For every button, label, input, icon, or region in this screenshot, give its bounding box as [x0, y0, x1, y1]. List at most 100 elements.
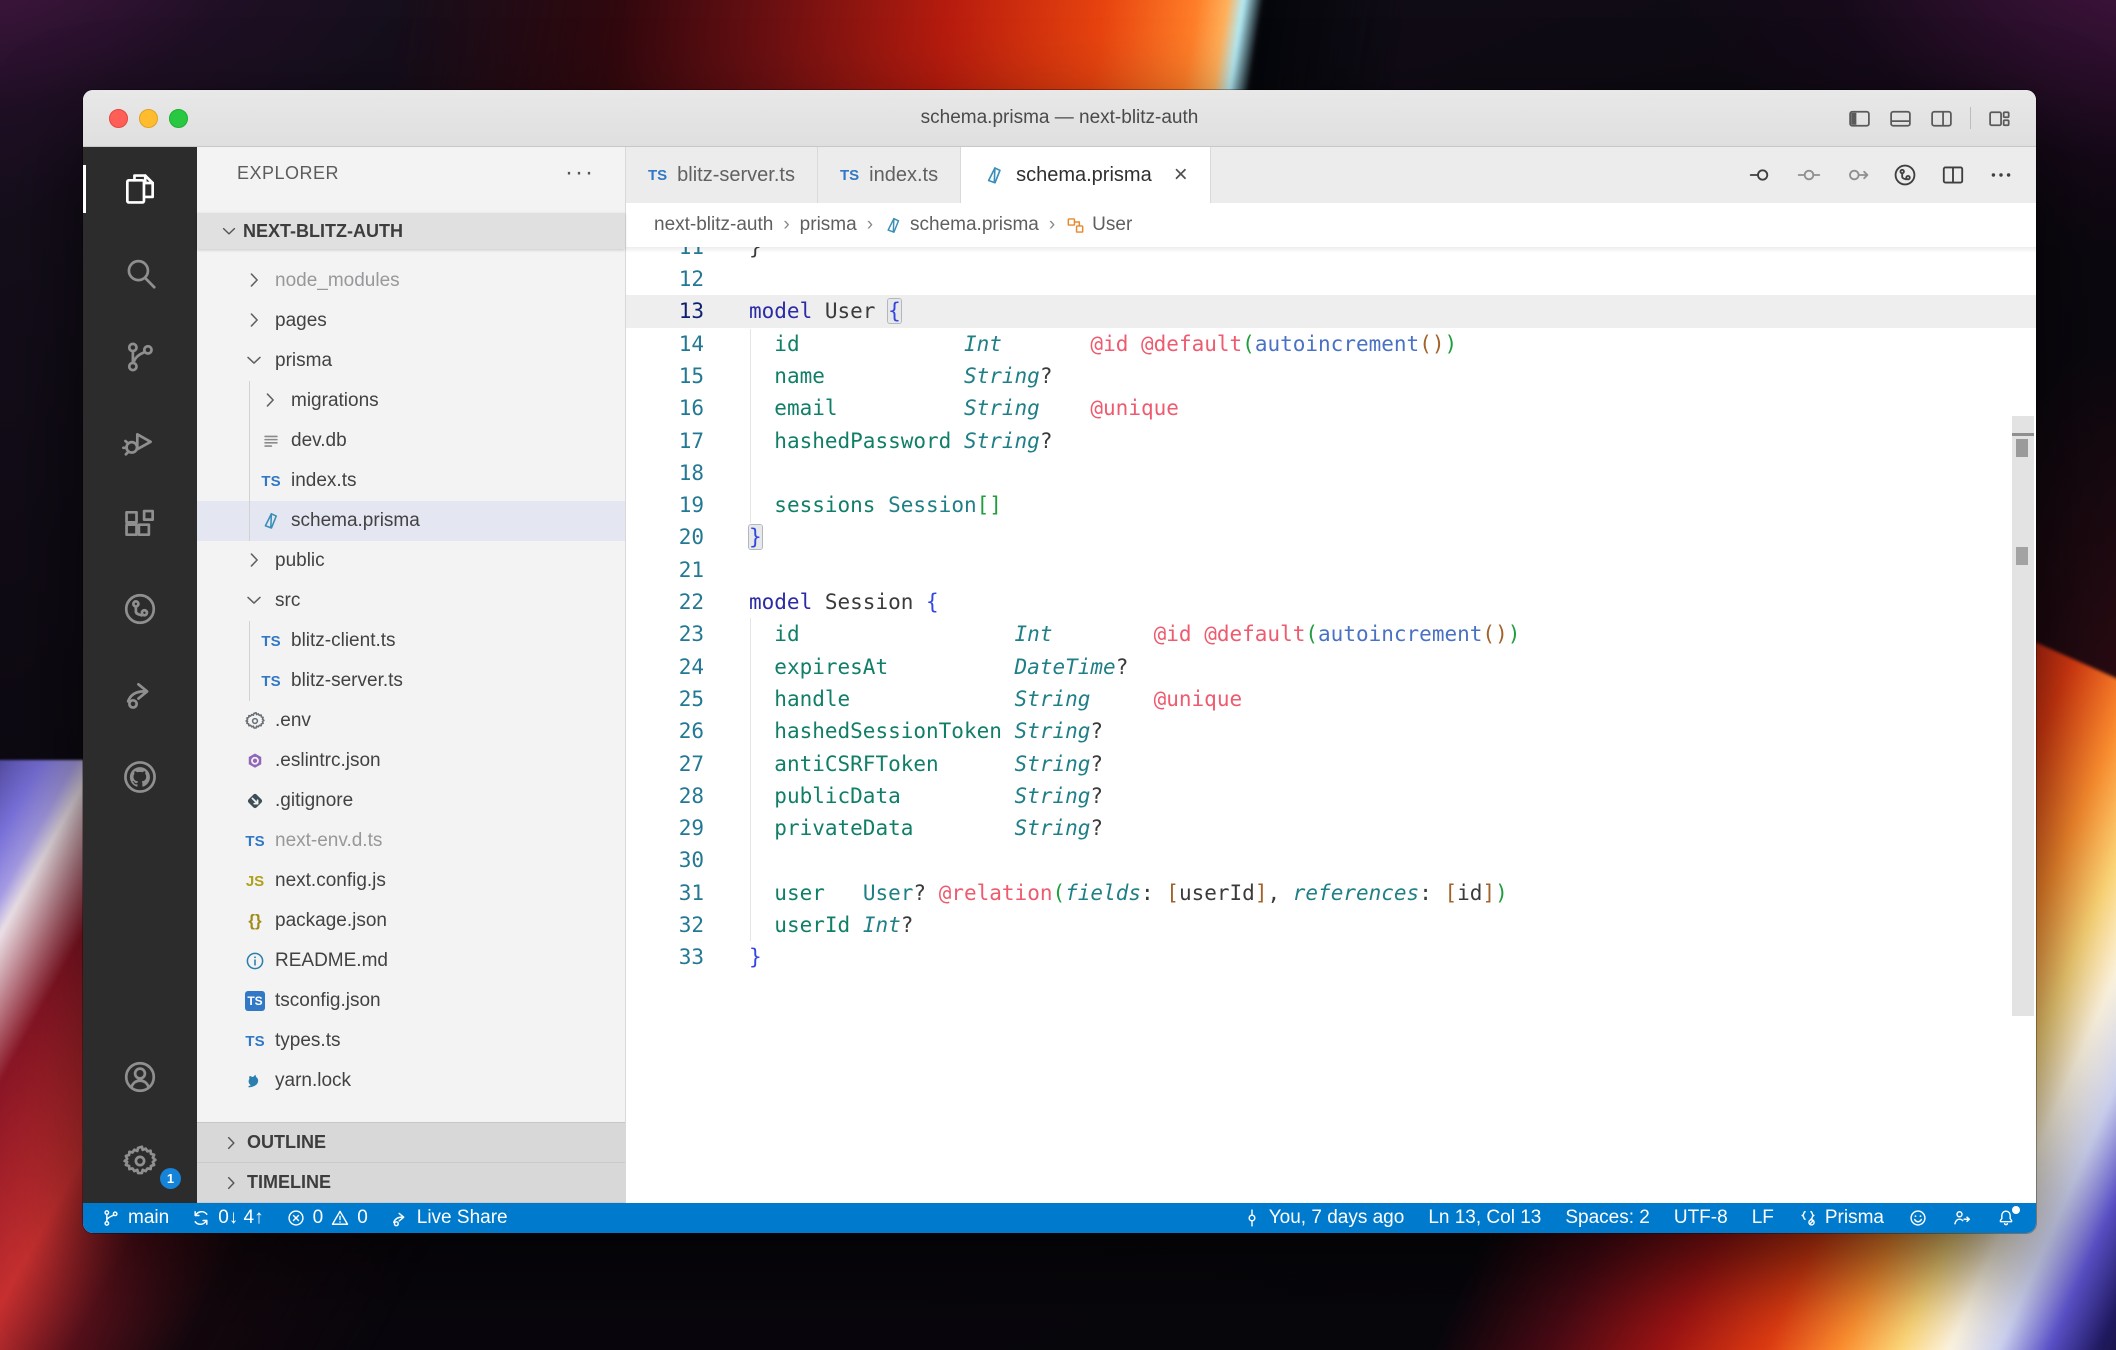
code-line-20[interactable]: 20} — [626, 521, 2036, 554]
scrollbar-thumb[interactable] — [2012, 416, 2034, 1016]
code-line-13[interactable]: 13model User { — [626, 295, 2036, 328]
status-language-mode[interactable]: Prisma — [1798, 1203, 1884, 1233]
tab-blitz-server.ts[interactable]: TSblitz-server.ts — [626, 147, 818, 203]
code-line-29[interactable]: 29 privateData String? — [626, 812, 2036, 845]
activity-commit-graph[interactable] — [83, 567, 197, 651]
activity-explorer[interactable] — [83, 147, 197, 231]
code-line-16[interactable]: 16 email String @unique — [626, 392, 2036, 425]
tree-item-public[interactable]: public — [197, 541, 625, 581]
code-line-14[interactable]: 14 id Int @id @default(autoincrement()) — [626, 328, 2036, 361]
tree-item-.env[interactable]: .env — [197, 701, 625, 741]
code-line-23[interactable]: 23 id Int @id @default(autoincrement()) — [626, 618, 2036, 651]
status-notifications[interactable] — [1996, 1203, 2016, 1233]
status-blame[interactable]: You, 7 days ago — [1242, 1203, 1405, 1233]
tree-item-prisma[interactable]: prisma — [197, 341, 625, 381]
code-line-26[interactable]: 26 hashedSessionToken String? — [626, 715, 2036, 748]
close-button[interactable] — [109, 109, 128, 128]
status-branch[interactable]: main — [101, 1203, 169, 1233]
code-line-17[interactable]: 17 hashedPassword String? — [626, 425, 2036, 458]
smiley-icon — [1908, 1208, 1928, 1228]
code-line-11[interactable]: 11} — [626, 247, 2036, 264]
typescript-icon: TS — [261, 473, 280, 490]
status-live-share[interactable]: Live Share — [390, 1203, 508, 1233]
tree-item-dev.db[interactable]: dev.db — [197, 421, 625, 461]
status-sync[interactable]: 0↓ 4↑ — [191, 1203, 263, 1233]
title-bar[interactable]: schema.prisma — next-blitz-auth — [83, 90, 2036, 147]
status-feedback[interactable] — [1908, 1203, 1928, 1233]
tree-item-next.config.js[interactable]: JSnext.config.js — [197, 861, 625, 901]
code-line-12[interactable]: 12 — [626, 263, 2036, 296]
more-actions-button[interactable] — [1988, 162, 2014, 188]
tree-item-index.ts[interactable]: TSindex.ts — [197, 461, 625, 501]
layout-split-button[interactable] — [1929, 106, 1954, 131]
activity-live-share[interactable] — [83, 651, 197, 735]
close-tab-icon[interactable]: × — [1174, 163, 1188, 187]
status-problems[interactable]: 00 — [286, 1203, 368, 1233]
split-editor-button[interactable] — [1940, 162, 1966, 188]
editor-scrollbar[interactable] — [2010, 247, 2036, 1203]
breadcrumb-item-User[interactable]: User — [1065, 214, 1132, 236]
tree-item-blitz-client.ts[interactable]: TSblitz-client.ts — [197, 621, 625, 661]
zoom-button[interactable] — [169, 109, 188, 128]
sidebar-section-timeline[interactable]: TIMELINE — [197, 1163, 625, 1203]
tree-item-tsconfig.json[interactable]: TStsconfig.json — [197, 981, 625, 1021]
status-cursor-position[interactable]: Ln 13, Col 13 — [1428, 1203, 1541, 1233]
activity-search[interactable] — [83, 231, 197, 315]
more-actions-icon[interactable]: ··· — [565, 168, 595, 178]
tree-item-src[interactable]: src — [197, 581, 625, 621]
code-line-25[interactable]: 25 handle String @unique — [626, 683, 2036, 716]
status-encoding[interactable]: UTF-8 — [1674, 1203, 1728, 1233]
activity-github[interactable] — [83, 735, 197, 819]
tree-item-schema.prisma[interactable]: schema.prisma — [197, 501, 625, 541]
activity-run-and-debug[interactable] — [83, 399, 197, 483]
current-change-button[interactable] — [1796, 162, 1822, 188]
breadcrumb-item-prisma[interactable]: prisma — [800, 214, 857, 236]
code-line-22[interactable]: 22model Session { — [626, 586, 2036, 619]
layout-customize-button[interactable] — [1987, 106, 2012, 131]
activity-accounts[interactable] — [83, 1035, 197, 1119]
tree-item-node_modules[interactable]: node_modules — [197, 261, 625, 301]
tree-item-README.md[interactable]: README.md — [197, 941, 625, 981]
tree-item-blitz-server.ts[interactable]: TSblitz-server.ts — [197, 661, 625, 701]
tree-item-types.ts[interactable]: TStypes.ts — [197, 1021, 625, 1061]
code-line-28[interactable]: 28 publicData String? — [626, 780, 2036, 813]
code-line-24[interactable]: 24 expiresAt DateTime? — [626, 651, 2036, 684]
tree-item-package.json[interactable]: {}package.json — [197, 901, 625, 941]
prev-change-button[interactable] — [1748, 162, 1774, 188]
status-eol[interactable]: LF — [1752, 1203, 1774, 1233]
sidebar-section-outline[interactable]: OUTLINE — [197, 1123, 625, 1163]
commit-graph-button[interactable] — [1892, 162, 1918, 188]
code-line-30[interactable]: 30 — [626, 844, 2036, 877]
tree-item-.eslintrc.json[interactable]: .eslintrc.json — [197, 741, 625, 781]
code-line-33[interactable]: 33} — [626, 941, 2036, 974]
layout-sidebar-button[interactable] — [1847, 106, 1872, 131]
code-line-15[interactable]: 15 name String? — [626, 360, 2036, 393]
tree-item-next-env.d.ts[interactable]: TSnext-env.d.ts — [197, 821, 625, 861]
next-change-button[interactable] — [1844, 162, 1870, 188]
code-editor[interactable]: 11}1213model User {14 id Int @id @defaul… — [626, 247, 2036, 1203]
code-line-32[interactable]: 32 userId Int? — [626, 909, 2036, 942]
activity-settings[interactable]: 1 — [83, 1119, 197, 1203]
activity-source-control[interactable] — [83, 315, 197, 399]
activity-extensions[interactable] — [83, 483, 197, 567]
code-line-18[interactable]: 18 — [626, 457, 2036, 490]
workspace-root-header[interactable]: NEXT-BLITZ-AUTH — [197, 213, 625, 249]
status-indentation[interactable]: Spaces: 2 — [1565, 1203, 1650, 1233]
layout-panel-button[interactable] — [1888, 106, 1913, 131]
breadcrumb-item-next-blitz-auth[interactable]: next-blitz-auth — [654, 214, 773, 236]
tab-schema.prisma[interactable]: schema.prisma× — [961, 147, 1211, 203]
tree-item-migrations[interactable]: migrations — [197, 381, 625, 421]
status-live-share-contacts[interactable] — [1952, 1203, 1972, 1233]
tree-item-yarn.lock[interactable]: yarn.lock — [197, 1061, 625, 1101]
minimize-button[interactable] — [139, 109, 158, 128]
file-lines-icon — [260, 430, 282, 452]
code-line-19[interactable]: 19 sessions Session[] — [626, 489, 2036, 522]
code-line-21[interactable]: 21 — [626, 554, 2036, 587]
tab-index.ts[interactable]: TSindex.ts — [818, 147, 961, 203]
breadcrumb-item-schema.prisma[interactable]: schema.prisma — [883, 214, 1039, 236]
chev-down-icon — [219, 221, 239, 241]
tree-item-.gitignore[interactable]: .gitignore — [197, 781, 625, 821]
code-line-27[interactable]: 27 antiCSRFToken String? — [626, 748, 2036, 781]
code-line-31[interactable]: 31 user User? @relation(fields: [userId]… — [626, 877, 2036, 910]
tree-item-pages[interactable]: pages — [197, 301, 625, 341]
